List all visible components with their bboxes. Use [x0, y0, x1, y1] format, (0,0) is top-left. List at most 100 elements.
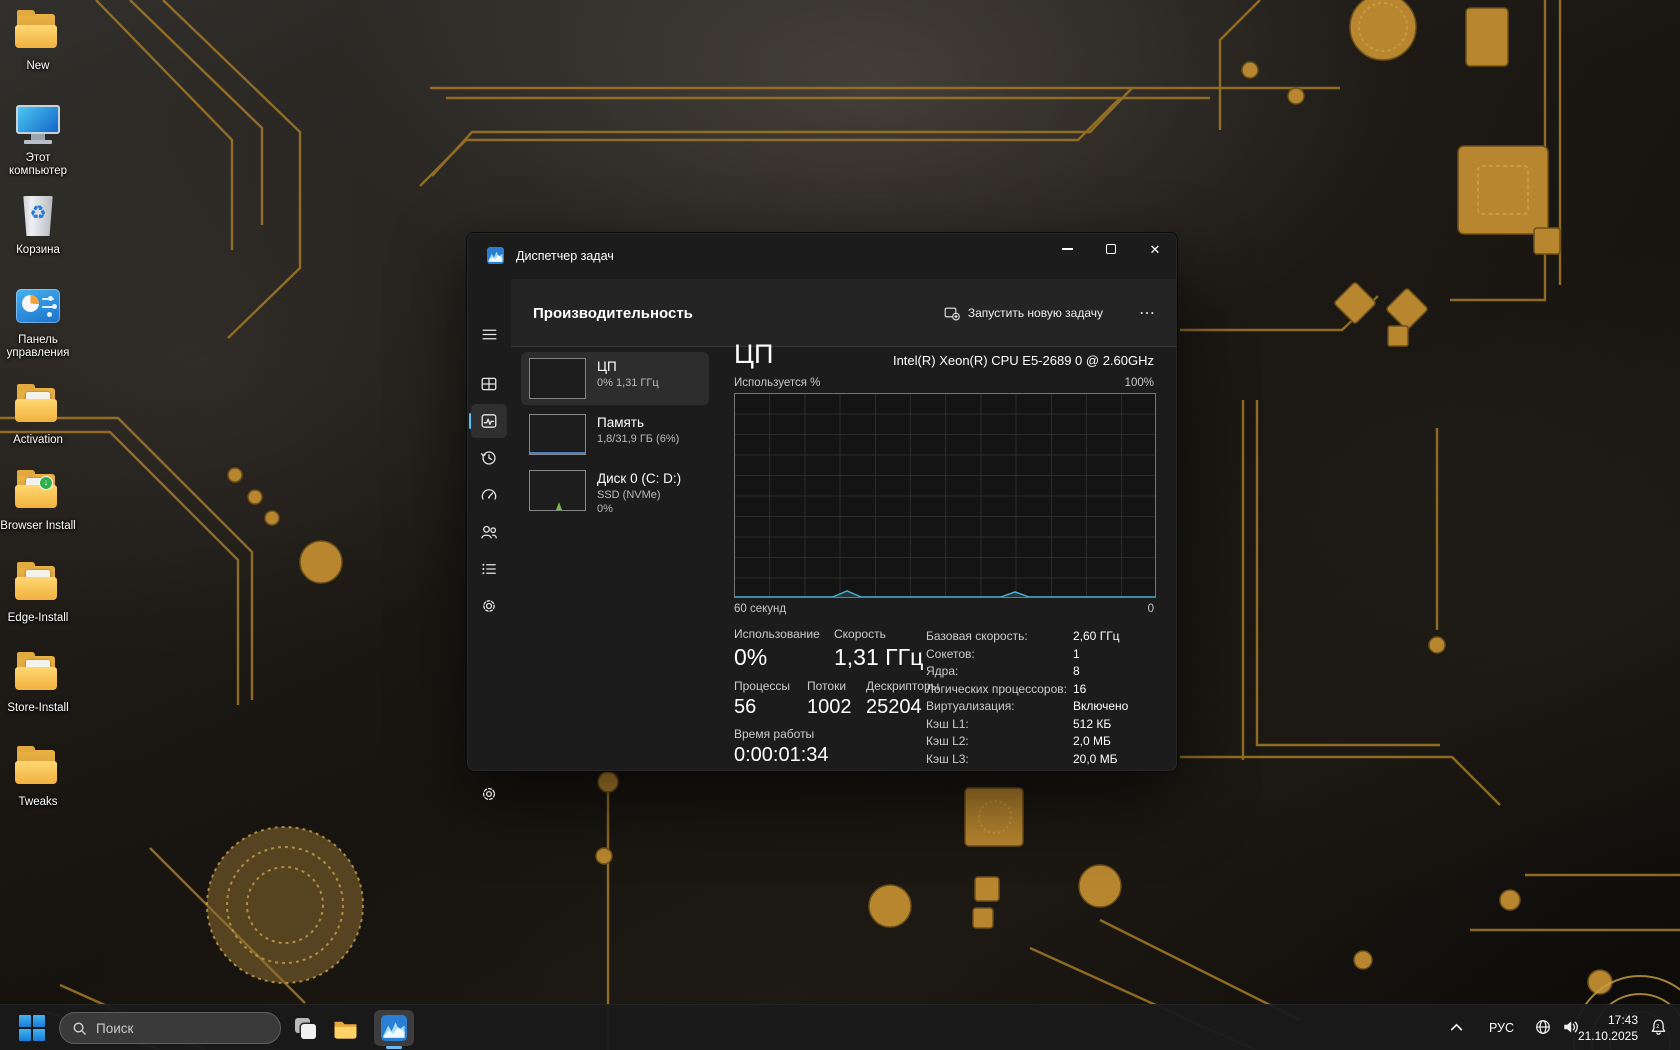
perf-card-disk0[interactable]: Диск 0 (C: D:) SSD (NVMe) 0% — [521, 464, 709, 522]
more-options-button[interactable]: ⋯ — [1131, 299, 1163, 327]
network-globe-icon — [1534, 1018, 1552, 1036]
search-input[interactable] — [96, 1021, 246, 1036]
folder-download-icon: ↓ — [14, 468, 62, 516]
usage-label: Использование — [734, 627, 834, 641]
run-new-task-button[interactable]: Запустить новую задачу — [936, 299, 1111, 327]
desktop-icon-tweaks[interactable]: Tweaks — [0, 744, 76, 809]
desktop-icon-label: Edge-Install — [0, 612, 76, 625]
file-explorer-icon — [332, 1015, 359, 1042]
cpu-usage-area — [735, 591, 1155, 597]
desktop-icon-this-pc[interactable]: Этот компьютер — [0, 100, 76, 178]
taskbar-search[interactable] — [59, 1012, 281, 1044]
threads-value: 1002 — [807, 696, 866, 719]
sidebar-item-users[interactable] — [471, 515, 507, 549]
cpu-usage-chart — [734, 393, 1156, 598]
spec-value: 20,0 МБ — [1073, 752, 1128, 766]
desktop: New Этот компьютер ♻ Корзина Панель упра… — [0, 0, 1680, 1050]
folder-icon — [14, 8, 62, 56]
cpu-model: Intel(R) Xeon(R) CPU E5-2689 0 @ 2.60GHz — [893, 353, 1154, 368]
perf-card-subtitle2: 0% — [597, 503, 681, 516]
cpu-detail-pane: ЦП Intel(R) Xeon(R) CPU E5-2689 0 @ 2.60… — [713, 347, 1177, 771]
users-icon — [480, 523, 498, 541]
settings-gear-icon — [480, 785, 498, 803]
cpu-mini-chart — [529, 358, 586, 399]
hamburger-icon — [481, 326, 498, 343]
desktop-icon-recycle-bin[interactable]: ♻ Корзина — [0, 192, 76, 257]
maximize-button[interactable] — [1089, 233, 1133, 265]
notification-bell-icon: z — [1649, 1018, 1668, 1037]
task-manager-window: Диспетчер задач ✕ Производительность Зап… — [466, 232, 1178, 772]
network-button[interactable] — [1534, 1018, 1552, 1041]
desktop-icon-activation[interactable]: Activation — [0, 382, 76, 447]
processes-value: 56 — [734, 696, 807, 719]
disk-mini-chart — [529, 470, 586, 511]
desktop-icon-store-install[interactable]: Store-Install — [0, 650, 76, 715]
spec-label: Логических процессоров: — [926, 682, 1073, 696]
folder-icon — [14, 744, 62, 792]
desktop-icon-control-panel[interactable]: Панель управления — [0, 282, 76, 360]
windows-logo-icon — [19, 1029, 31, 1041]
windows-logo-icon — [33, 1029, 45, 1041]
desktop-icon-label: Этот компьютер — [0, 152, 76, 178]
desktop-icon-browser-install[interactable]: ↓ Browser Install — [0, 468, 76, 533]
window-titlebar[interactable]: Диспетчер задач ✕ — [467, 233, 1177, 279]
folder-document-icon — [14, 650, 62, 698]
task-view-button[interactable] — [290, 1013, 320, 1043]
sidebar-item-details[interactable] — [471, 552, 507, 586]
sidebar-item-startup-apps[interactable] — [471, 478, 507, 512]
cpu-stats: Использование 0% Скорость 1,31 ГГц Проце… — [734, 627, 939, 767]
file-explorer-button[interactable] — [330, 1013, 360, 1043]
notifications-button[interactable]: z — [1649, 1018, 1668, 1042]
cpu-spec-list: Базовая скорость: 2,60 ГГц Сокетов: 1 Яд… — [926, 629, 1128, 766]
spec-label: Базовая скорость: — [926, 629, 1073, 643]
spec-label: Ядра: — [926, 664, 1073, 678]
desktop-icon-new[interactable]: New — [0, 8, 76, 73]
sidebar-item-processes[interactable] — [471, 367, 507, 401]
task-manager-app-icon — [487, 247, 504, 264]
speed-value: 1,31 ГГц — [834, 644, 923, 671]
spec-value: 2,0 МБ — [1073, 734, 1128, 748]
performance-icon — [480, 412, 498, 430]
spec-value: 8 — [1073, 664, 1128, 678]
close-button[interactable]: ✕ — [1133, 233, 1177, 265]
spec-value: 1 — [1073, 647, 1128, 661]
settings-button[interactable] — [471, 777, 507, 811]
control-panel-icon — [14, 282, 62, 330]
app-history-icon — [480, 449, 498, 467]
start-button[interactable] — [18, 1014, 46, 1042]
spec-label: Кэш L1: — [926, 717, 1073, 731]
task-manager-icon — [381, 1015, 407, 1041]
active-app-indicator — [386, 1046, 402, 1049]
cpu-heading: ЦП — [734, 339, 773, 370]
windows-logo-icon — [33, 1015, 45, 1027]
minimize-button[interactable] — [1045, 233, 1089, 265]
perf-card-cpu[interactable]: ЦП 0% 1,31 ГГц — [521, 352, 709, 405]
clock[interactable]: 17:43 21.10.2025 — [1578, 1012, 1638, 1044]
desktop-icon-edge-install[interactable]: Edge-Install — [0, 560, 76, 625]
speed-label: Скорость — [834, 627, 923, 641]
threads-label: Потоки — [807, 679, 866, 693]
sidebar-item-app-history[interactable] — [471, 441, 507, 475]
folder-document-icon — [14, 560, 62, 608]
windows-logo-icon — [19, 1015, 31, 1027]
window-title: Диспетчер задач — [516, 249, 614, 263]
perf-card-subtitle: 1,8/31,9 ГБ (6%) — [597, 433, 679, 446]
page-header: Производительность Запустить новую задач… — [511, 279, 1177, 347]
sidebar-item-performance[interactable] — [471, 404, 507, 438]
menu-button[interactable] — [471, 317, 507, 351]
desktop-icon-label: Корзина — [0, 244, 76, 257]
new-task-icon — [944, 305, 960, 321]
run-new-task-label: Запустить новую задачу — [968, 306, 1103, 320]
navigation-rail — [467, 279, 511, 771]
perf-card-memory[interactable]: Память 1,8/31,9 ГБ (6%) — [521, 408, 709, 461]
spec-value: 512 КБ — [1073, 717, 1128, 731]
tray-overflow-button[interactable] — [1449, 1020, 1464, 1040]
task-manager-taskbar-button[interactable] — [374, 1010, 414, 1046]
details-icon — [480, 560, 498, 578]
services-icon — [480, 597, 498, 615]
taskbar: РУС 17:43 21.10.2025 z — [0, 1004, 1680, 1050]
sidebar-item-services[interactable] — [471, 589, 507, 623]
tray-time: 17:43 — [1578, 1012, 1638, 1028]
language-indicator[interactable]: РУС — [1489, 1021, 1514, 1035]
spec-value: 2,60 ГГц — [1073, 629, 1128, 643]
